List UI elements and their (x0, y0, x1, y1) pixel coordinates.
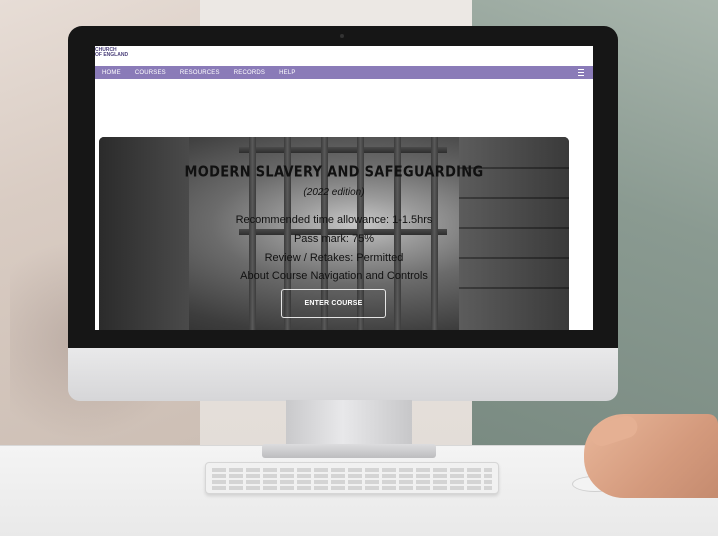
course-edition: (2022 edition) (303, 187, 365, 198)
menu-icon[interactable] (578, 69, 584, 76)
enter-course-button[interactable]: ENTER COURSE (281, 289, 386, 318)
monitor-chin (68, 348, 618, 401)
keyboard (205, 462, 499, 494)
pass-mark: Pass mark: 75% (293, 233, 375, 245)
nav-item-courses[interactable]: COURSES (135, 70, 166, 76)
camera-icon (340, 34, 344, 38)
course-title: MODERN SLAVERY AND SAFEGUARDING (184, 163, 484, 182)
review-retakes: Review / Retakes: Permitted (264, 252, 404, 264)
nav-item-resources[interactable]: RESOURCES (180, 70, 220, 76)
top-navigation: HOME COURSES RESOURCES RECORDS HELP (95, 66, 593, 79)
course-hero: MODERN SLAVERY AND SAFEGUARDING (2022 ed… (99, 137, 569, 330)
course-info: MODERN SLAVERY AND SAFEGUARDING (2022 ed… (99, 137, 569, 330)
site-logo[interactable]: CHURCH OF ENGLAND (95, 48, 128, 58)
nav-item-home[interactable]: HOME (102, 70, 121, 76)
monitor-stand (286, 400, 412, 448)
monitor-stand-base (262, 444, 436, 458)
nav-item-help[interactable]: HELP (279, 70, 295, 76)
time-allowance: Recommended time allowance: 1-1.5hrs (235, 214, 433, 226)
logo-line-2: OF ENGLAND (95, 52, 129, 58)
nav-item-records[interactable]: RECORDS (234, 70, 265, 76)
screen: CHURCH OF ENGLAND HOME COURSES RESOURCES… (95, 46, 593, 330)
about-navigation-link[interactable]: About Course Navigation and Controls (99, 270, 569, 282)
